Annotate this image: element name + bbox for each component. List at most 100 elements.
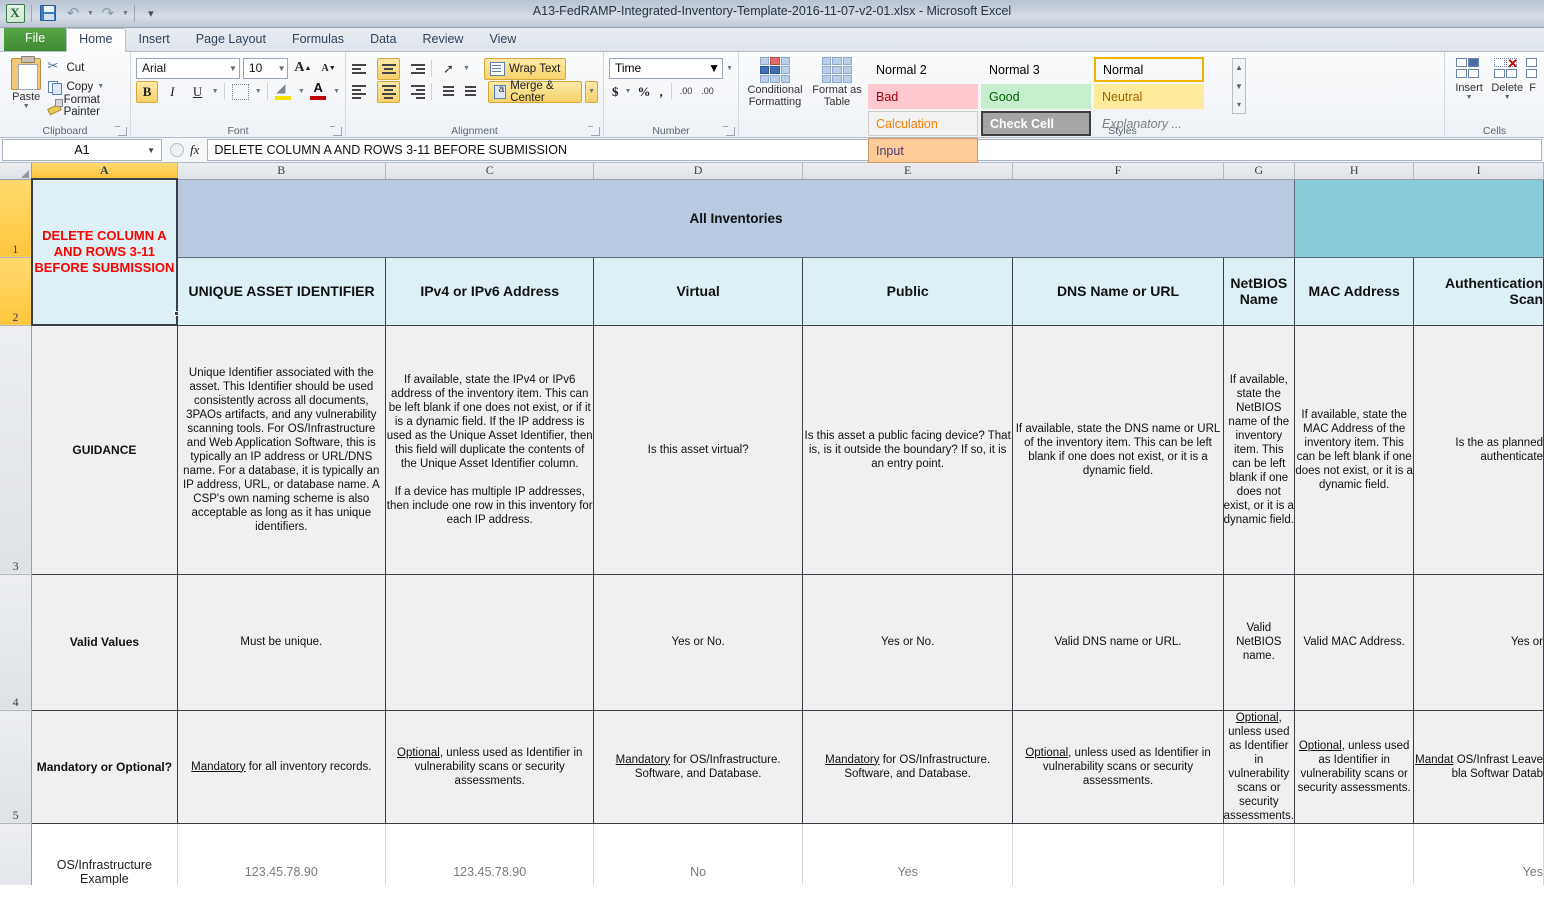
currency-button[interactable]: $ — [609, 81, 622, 103]
wrap-text-button[interactable]: Wrap Text — [483, 57, 567, 80]
align-right-button[interactable] — [403, 81, 426, 103]
align-bottom-button[interactable] — [403, 58, 426, 80]
chevron-down-icon[interactable]: ▼ — [274, 64, 286, 73]
row-label-guidance[interactable]: GUIDANCE — [31, 324, 178, 575]
font-color-dropdown-icon[interactable]: ▼ — [333, 88, 340, 95]
tab-formulas[interactable]: Formulas — [279, 28, 357, 51]
row-header-2[interactable]: 2 — [0, 257, 33, 326]
copy-dropdown-icon[interactable]: ▼ — [97, 83, 104, 90]
scroll-down-icon[interactable]: ▼ — [1233, 78, 1245, 95]
column-header-g[interactable]: G — [1223, 163, 1295, 180]
mandatory-netbios-name[interactable]: Optional, unless used as Identifier in v… — [1222, 709, 1295, 824]
insert-dropdown-icon[interactable]: ▼ — [1450, 94, 1488, 101]
row-header-3[interactable]: 3 — [0, 325, 33, 575]
insert-function-icon[interactable]: fx — [190, 142, 199, 158]
ribbon-tab-bar[interactable]: File Home Insert Page Layout Formulas Da… — [0, 26, 1544, 52]
style-normal-2[interactable]: Normal 2 — [868, 57, 978, 82]
orientation-button[interactable]: ➚ — [437, 58, 460, 80]
column-header-a[interactable]: A — [31, 163, 178, 180]
guidance-unique-asset-identifier[interactable]: Unique Identifier associated with the as… — [176, 324, 387, 575]
percent-button[interactable]: % — [634, 81, 653, 103]
scroll-up-icon[interactable]: ▲ — [1233, 59, 1245, 76]
col-title-dns-name-or-url[interactable]: DNS Name or URL — [1012, 256, 1224, 326]
currency-dropdown-icon[interactable]: ▼ — [625, 88, 632, 95]
bold-button[interactable]: B — [136, 80, 159, 103]
column-header-h[interactable]: H — [1294, 163, 1415, 180]
example-virtual[interactable]: No — [593, 823, 803, 885]
row-label-os-infrastructure-example[interactable]: OS/Infrastructure Example — [31, 823, 178, 885]
align-center-button[interactable] — [377, 80, 400, 103]
mandatory-unique-asset-identifier[interactable]: Mandatory for all inventory records. — [176, 709, 387, 824]
comma-button[interactable]: , — [656, 81, 665, 103]
column-header-d[interactable]: D — [593, 163, 803, 180]
font-color-button[interactable] — [308, 80, 330, 103]
merge-center-dropdown[interactable]: ▼ — [585, 80, 598, 103]
italic-button[interactable]: I — [161, 81, 183, 103]
guidance-mac-address[interactable]: If available, state the MAC Address of t… — [1293, 324, 1415, 575]
guidance-netbios-name[interactable]: If available, state the NetBIOS name of … — [1222, 324, 1295, 575]
increase-indent-button[interactable] — [459, 81, 478, 103]
column-header-b[interactable]: B — [177, 163, 387, 180]
example-netbios-name[interactable] — [1223, 823, 1295, 885]
example-dns-name-or-url[interactable] — [1012, 823, 1224, 885]
mandatory-mac-address[interactable]: Optional, unless used as Identifier in v… — [1293, 709, 1415, 824]
cut-button[interactable]: Cut — [47, 58, 125, 77]
styles-gallery-scrollbar[interactable]: ▲ ▼ ▾ — [1232, 58, 1246, 114]
tab-file[interactable]: File — [4, 26, 67, 51]
col-title-netbios-name[interactable]: NetBIOS Name — [1222, 256, 1295, 326]
name-box[interactable]: A1 ▼ — [2, 139, 162, 161]
styles-more-icon[interactable]: ▾ — [1233, 96, 1245, 113]
delete-dropdown-icon[interactable]: ▼ — [1488, 94, 1526, 101]
selection-fill-handle[interactable] — [174, 311, 179, 316]
select-all-corner[interactable] — [0, 163, 33, 180]
column-header-e[interactable]: E — [802, 163, 1014, 180]
spreadsheet-grid[interactable]: A B C D E F G H I 1 DELETE COLUMN A AND … — [0, 163, 1544, 885]
font-name-combo[interactable]: Arial ▼ — [136, 57, 240, 79]
band-header-secondary[interactable] — [1293, 178, 1544, 258]
tab-review[interactable]: Review — [409, 28, 476, 51]
style-normal-3[interactable]: Normal 3 — [981, 57, 1091, 82]
fill-color-dropdown-icon[interactable]: ▼ — [298, 88, 305, 95]
borders-button[interactable] — [230, 81, 252, 103]
format-painter-button[interactable]: Format Painter — [47, 94, 125, 118]
clipboard-dialog-launcher[interactable] — [115, 126, 127, 136]
tab-home[interactable]: Home — [66, 28, 126, 52]
number-format-combo[interactable]: Time ▼ — [609, 57, 724, 79]
guidance-virtual[interactable]: Is this asset virtual? — [593, 324, 803, 575]
row-header-6[interactable]: 6 — [0, 823, 33, 885]
guidance-ipv4-or-ipv6-address[interactable]: If available, state the IPv4 or IPv6 add… — [385, 324, 595, 575]
valid-values-authentication-scan[interactable]: Yes or — [1413, 573, 1544, 711]
guidance-public[interactable]: Is this asset a public facing device? Th… — [801, 324, 1014, 575]
row-label-mandatory-or-optional[interactable]: Mandatory or Optional? — [31, 709, 178, 824]
row-header-1[interactable]: 1 — [0, 179, 33, 258]
expand-formula-bar-icon[interactable] — [170, 143, 184, 157]
grow-font-button[interactable]: A ▲ — [291, 57, 314, 79]
valid-values-dns-name-or-url[interactable]: Valid DNS name or URL. — [1012, 573, 1224, 711]
underline-dropdown-icon[interactable]: ▼ — [212, 88, 219, 95]
col-title-mac-address[interactable]: MAC Address — [1293, 256, 1415, 326]
valid-values-virtual[interactable]: Yes or No. — [593, 573, 803, 711]
row-label-valid-values[interactable]: Valid Values — [31, 573, 178, 711]
guidance-dns-name-or-url[interactable]: If available, state the DNS name or URL … — [1012, 324, 1224, 575]
col-title-virtual[interactable]: Virtual — [593, 256, 803, 326]
style-good[interactable]: Good — [981, 84, 1091, 109]
chevron-down-icon[interactable]: ▼ — [225, 64, 237, 73]
band-header-all-inventories[interactable]: All Inventories — [176, 178, 1295, 258]
valid-values-unique-asset-identifier[interactable]: Must be unique. — [176, 573, 387, 711]
mandatory-public[interactable]: Mandatory for OS/Infrastructure. Softwar… — [801, 709, 1014, 824]
col-title-unique-asset-identifier[interactable]: UNIQUE ASSET IDENTIFIER — [176, 256, 387, 326]
valid-values-public[interactable]: Yes or No. — [801, 573, 1014, 711]
tab-view[interactable]: View — [476, 28, 529, 51]
underline-button[interactable]: U — [186, 81, 208, 103]
number-dialog-launcher[interactable] — [723, 126, 735, 136]
number-format-dropdown-icon[interactable]: ▼ — [726, 65, 733, 72]
valid-values-ipv4-or-ipv6-address[interactable] — [385, 573, 595, 711]
cell-a1[interactable]: DELETE COLUMN A AND ROWS 3-11 BEFORE SUB… — [30, 178, 179, 326]
shrink-font-button[interactable]: A ▼ — [317, 57, 340, 79]
valid-values-netbios-name[interactable]: Valid NetBIOS name. — [1222, 573, 1295, 711]
align-left-button[interactable] — [351, 81, 374, 103]
align-top-button[interactable] — [351, 58, 374, 80]
orientation-dropdown-icon[interactable]: ▼ — [463, 65, 470, 72]
style-normal[interactable]: Normal — [1094, 57, 1204, 82]
tab-insert[interactable]: Insert — [126, 28, 183, 51]
